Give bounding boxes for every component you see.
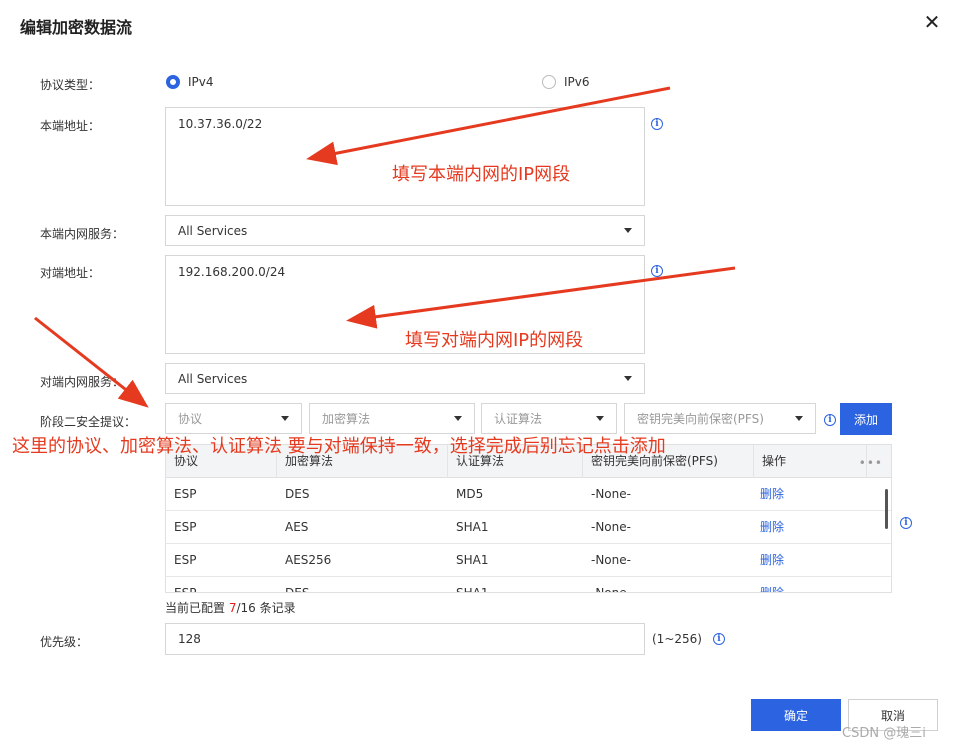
watermark: CSDN @瑰三i [842,726,926,741]
chevron-down-icon [795,416,803,421]
cell-encryption: AES [285,520,309,534]
peer-service-value: All Services [178,371,248,386]
chevron-down-icon [281,416,289,421]
annotation-arrow [34,316,149,408]
cell-auth: SHA1 [456,520,489,534]
cell-pfs: -None- [591,520,631,534]
record-count-prefix: 当前已配置 [165,601,229,615]
cell-protocol: ESP [174,520,197,534]
ipv4-radio[interactable]: IPv4 [166,75,214,89]
cell-encryption: DES [285,487,310,501]
chevron-down-icon [624,228,632,233]
proposal-table: 协议 加密算法 认证算法 密钥完美向前保密(PFS) 操作 ••• ESP DE… [165,444,892,593]
phase2-auth-select[interactable]: 认证算法 [481,403,617,434]
local-service-select[interactable]: All Services [165,215,645,246]
delete-link[interactable]: 删除 [752,577,784,592]
cell-encryption: DES [285,586,310,593]
more-icon[interactable]: ••• [859,456,883,470]
delete-link[interactable]: 删除 [752,511,784,544]
cell-auth: SHA1 [456,553,489,567]
cell-protocol: ESP [174,487,197,501]
peer-service-label: 对端内网服务： [40,375,125,389]
ipv6-radio[interactable]: IPv6 [542,75,590,89]
record-count-suffix: /16 条记录 [236,601,296,615]
annotation-local: 填写本端内网的IP网段 [392,164,571,185]
peer-address-label: 对端地址： [40,266,101,280]
local-address-input[interactable]: 10.37.36.0/22 [165,107,645,206]
info-icon[interactable]: i [824,414,836,426]
cell-protocol: ESP [174,586,197,593]
cell-pfs: -None- [591,487,631,501]
cell-encryption: AES256 [285,553,332,567]
radio-selected-icon [166,75,180,89]
phase2-auth-placeholder: 认证算法 [494,412,543,426]
cell-auth: MD5 [456,487,484,501]
cell-pfs: -None- [591,553,631,567]
dialog-title: 编辑加密数据流 [20,18,133,37]
info-icon[interactable]: i [713,633,725,645]
table-row: ESP AES SHA1 -None- 删除 [166,511,891,544]
chevron-down-icon [596,416,604,421]
phase2-encryption-placeholder: 加密算法 [322,412,371,426]
annotation-phase2: 这里的协议、加密算法、认证算法 要与对端保持一致，选择完成后别忘记点击添加 [12,436,666,457]
local-service-value: All Services [178,223,248,238]
table-row: ESP DES MD5 -None- 删除 [166,478,891,511]
table-scrollbar[interactable] [885,489,888,529]
table-row: ESP DES SHA1 -None- 删除 [166,577,891,593]
info-icon[interactable]: i [651,118,663,130]
ipv4-label: IPv4 [188,75,214,89]
add-button[interactable]: 添加 [840,403,892,435]
phase2-pfs-select[interactable]: 密钥完美向前保密(PFS) [624,403,816,434]
cell-protocol: ESP [174,553,197,567]
local-address-label: 本端地址： [40,119,101,133]
table-row: ESP AES256 SHA1 -None- 删除 [166,544,891,577]
priority-label: 优先级： [40,635,89,649]
cell-auth: SHA1 [456,586,489,593]
ipv6-label: IPv6 [564,75,590,89]
phase2-pfs-placeholder: 密钥完美向前保密(PFS) [637,412,764,426]
protocol-type-label: 协议类型： [40,78,101,92]
delete-link[interactable]: 删除 [752,544,784,577]
delete-link[interactable]: 删除 [752,478,784,511]
phase2-label: 阶段二安全提议： [40,415,137,429]
close-icon[interactable]: ✕ [922,12,942,32]
radio-unselected-icon [542,75,556,89]
confirm-button[interactable]: 确定 [751,699,841,731]
priority-value: 128 [178,632,201,646]
phase2-protocol-select[interactable]: 协议 [165,403,302,434]
record-count: 当前已配置 7/16 条记录 [165,599,296,616]
peer-service-select[interactable]: All Services [165,363,645,394]
chevron-down-icon [624,376,632,381]
chevron-down-icon [454,416,462,421]
priority-range: (1~256) [652,632,702,646]
peer-address-value: 192.168.200.0/24 [178,265,286,279]
annotation-peer: 填写对端内网IP的网段 [405,330,584,351]
phase2-encryption-select[interactable]: 加密算法 [309,403,475,434]
priority-input[interactable]: 128 [165,623,645,655]
local-service-label: 本端内网服务： [40,227,125,241]
phase2-protocol-placeholder: 协议 [178,412,203,426]
column-header-action: 操作 [754,445,867,478]
local-address-value: 10.37.36.0/22 [178,117,263,131]
cell-pfs: -None- [591,586,631,593]
info-icon[interactable]: i [900,517,912,529]
info-icon[interactable]: i [651,265,663,277]
